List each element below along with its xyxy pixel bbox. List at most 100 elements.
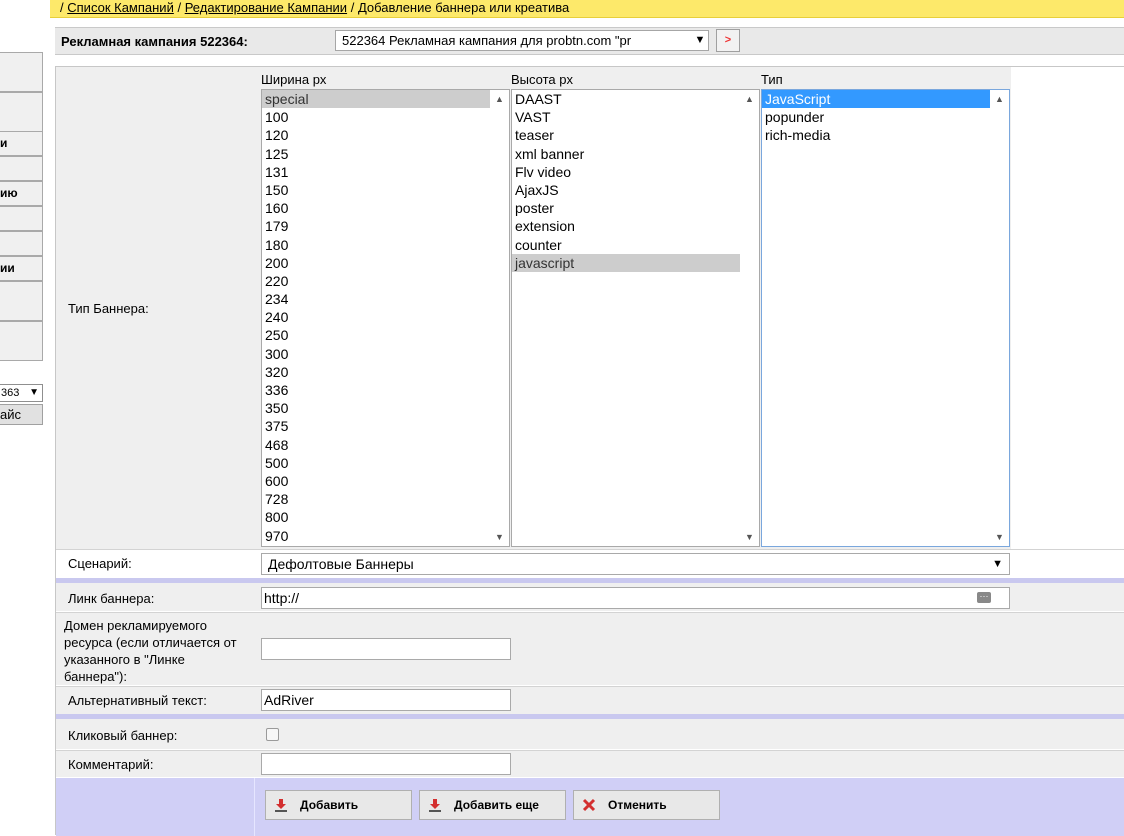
width-option[interactable]: 800: [262, 508, 490, 526]
width-option[interactable]: 234: [262, 290, 490, 308]
width-option[interactable]: 160: [262, 199, 490, 217]
width-option[interactable]: 125: [262, 145, 490, 163]
comment-input[interactable]: [261, 753, 511, 775]
width-listbox[interactable]: special 100 120 125 131 150 160 179 180 200 220 234…: [261, 89, 510, 547]
breadcrumb-current: Добавление баннера или креатива: [357, 0, 570, 15]
comment-row: [56, 751, 1124, 777]
add-more-button[interactable]: Добавить еще: [419, 790, 566, 820]
sidebar-button-1[interactable]: [0, 52, 43, 92]
sidebar-button-6[interactable]: [0, 206, 43, 231]
click-banner-checkbox[interactable]: [266, 728, 279, 741]
chevron-down-icon: ▼: [694, 31, 706, 50]
sidebar-site-select[interactable]: 363 ▼: [0, 384, 43, 402]
width-option[interactable]: special: [262, 90, 490, 109]
height-header: Высота px: [511, 72, 573, 87]
alt-text-input[interactable]: AdRiver: [261, 689, 511, 711]
sidebar-select-value: 363: [1, 387, 20, 399]
scroll-down-icon: ▼: [495, 532, 504, 542]
type-listbox[interactable]: JavaScript popunder rich-media ▲ ▼: [761, 89, 1010, 547]
height-option[interactable]: AjaxJS: [512, 181, 740, 199]
height-option[interactable]: DAAST: [512, 90, 740, 108]
campaign-label: Рекламная кампания 522364:: [61, 34, 248, 49]
width-option[interactable]: 131: [262, 163, 490, 181]
width-option[interactable]: 180: [262, 236, 490, 254]
height-option[interactable]: extension: [512, 217, 740, 235]
width-option[interactable]: 970: [262, 527, 490, 545]
type-option[interactable]: JavaScript: [762, 90, 990, 109]
sidebar-button-8[interactable]: ии: [0, 256, 43, 281]
campaign-select[interactable]: 522364 Рекламная кампания для probtn.com…: [335, 30, 709, 51]
more-options-icon[interactable]: ···: [977, 592, 991, 603]
width-option[interactable]: 728: [262, 490, 490, 508]
width-option[interactable]: 600: [262, 472, 490, 490]
campaign-header: Рекламная кампания 522364: 522364 Реклам…: [55, 27, 1124, 55]
width-option[interactable]: 179: [262, 217, 490, 235]
sidebar-button-5[interactable]: ию: [0, 181, 43, 206]
sidebar-button-2[interactable]: [0, 92, 43, 132]
add-button[interactable]: Добавить: [265, 790, 412, 820]
divider: [254, 778, 255, 836]
click-banner-label: Кликовый баннер:: [68, 728, 178, 743]
width-option[interactable]: 300: [262, 345, 490, 363]
breadcrumb-separator: /: [60, 0, 64, 15]
scroll-down-icon: ▼: [995, 532, 1004, 542]
sidebar-button-10[interactable]: [0, 321, 43, 361]
arrow-right-icon: >: [724, 34, 732, 46]
height-option[interactable]: VAST: [512, 108, 740, 126]
click-banner-row: [56, 719, 1124, 749]
domain-input[interactable]: [261, 638, 511, 660]
width-option[interactable]: 250: [262, 326, 490, 344]
cancel-button[interactable]: Отменить: [573, 790, 720, 820]
sidebar-button-7[interactable]: [0, 231, 43, 256]
breadcrumb-link-campaign-list[interactable]: Список Кампаний: [67, 0, 174, 15]
scroll-up-icon: ▲: [495, 94, 504, 104]
breadcrumb-link-edit-campaign[interactable]: Редактирование Кампании: [185, 0, 347, 15]
height-option[interactable]: Flv video: [512, 163, 740, 181]
height-scrollbar[interactable]: ▲ ▼: [740, 90, 759, 546]
download-icon: [429, 799, 441, 812]
height-listbox[interactable]: DAAST VAST teaser xml banner Flv video AjaxJS…: [511, 89, 760, 547]
type-option[interactable]: popunder: [762, 108, 990, 126]
sidebar-button-9[interactable]: [0, 281, 43, 321]
height-option[interactable]: javascript: [512, 253, 740, 272]
banner-form: Тип Баннера: Ширина px Высота px Тип spe…: [55, 66, 1124, 836]
chevron-down-icon: ▼: [29, 387, 39, 398]
sidebar-button-3[interactable]: и: [0, 131, 43, 156]
width-option[interactable]: 240: [262, 308, 490, 326]
width-option[interactable]: 468: [262, 436, 490, 454]
type-header: Тип: [761, 72, 783, 87]
sidebar-label-2: ию: [0, 186, 18, 200]
banner-link-label: Линк баннера:: [68, 591, 155, 606]
type-scrollbar[interactable]: ▲ ▼: [990, 90, 1009, 546]
campaign-go-button[interactable]: >: [716, 29, 740, 52]
alt-text-value: AdRiver: [264, 692, 314, 708]
add-more-button-label: Добавить еще: [454, 798, 539, 812]
width-scrollbar[interactable]: ▲ ▼: [490, 90, 509, 546]
width-option[interactable]: 100: [262, 108, 490, 126]
banner-link-value: http://: [264, 590, 300, 606]
height-option[interactable]: counter: [512, 236, 740, 254]
width-option[interactable]: 320: [262, 363, 490, 381]
width-option[interactable]: 150: [262, 181, 490, 199]
campaign-select-value: 522364 Рекламная кампания для probtn.com…: [342, 33, 632, 48]
add-button-label: Добавить: [300, 798, 359, 812]
banner-type-label: Тип Баннера:: [68, 301, 149, 316]
scenario-select[interactable]: Дефолтовые Баннеры ▼: [261, 553, 1010, 575]
height-option[interactable]: xml banner: [512, 145, 740, 163]
download-icon: [275, 799, 287, 812]
chevron-down-icon: ▼: [992, 558, 1003, 570]
width-option[interactable]: 120: [262, 126, 490, 144]
left-sidebar: и ию ии 363 ▼ айс: [0, 0, 50, 835]
width-option[interactable]: 220: [262, 272, 490, 290]
width-option[interactable]: 350: [262, 399, 490, 417]
width-option[interactable]: 200: [262, 254, 490, 272]
width-option[interactable]: 375: [262, 417, 490, 435]
width-option[interactable]: 500: [262, 454, 490, 472]
height-option[interactable]: poster: [512, 199, 740, 217]
height-option[interactable]: teaser: [512, 126, 740, 144]
sidebar-button-4[interactable]: [0, 156, 43, 181]
banner-link-input[interactable]: http:// ···: [261, 587, 1010, 609]
sidebar-go-button[interactable]: айс: [0, 404, 43, 425]
width-option[interactable]: 336: [262, 381, 490, 399]
type-option[interactable]: rich-media: [762, 126, 990, 144]
